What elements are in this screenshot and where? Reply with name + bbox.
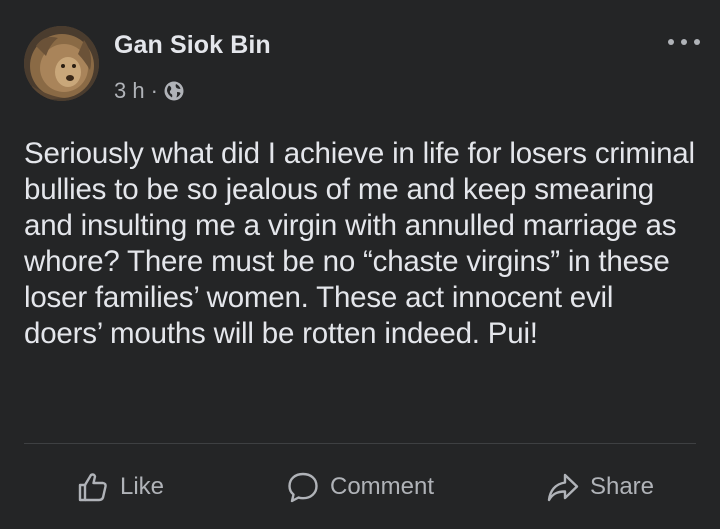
post-meta: 3 h · bbox=[114, 78, 184, 104]
more-dot bbox=[668, 39, 674, 45]
meta-separator: · bbox=[150, 78, 158, 103]
more-dot bbox=[694, 39, 700, 45]
like-button[interactable]: Like bbox=[0, 444, 240, 529]
post-card: Gan Siok Bin 3 h · Seriously what did I … bbox=[0, 0, 720, 529]
share-button[interactable]: Share bbox=[480, 444, 720, 529]
comment-button[interactable]: Comment bbox=[240, 444, 480, 529]
globe-icon[interactable] bbox=[164, 81, 184, 101]
avatar[interactable] bbox=[24, 26, 99, 101]
comment-icon bbox=[288, 472, 318, 502]
post-header: Gan Siok Bin 3 h · bbox=[24, 26, 700, 106]
share-label: Share bbox=[589, 472, 655, 500]
more-options-icon[interactable] bbox=[668, 34, 700, 50]
action-bar: Like Comment Share bbox=[0, 444, 720, 529]
like-label: Like bbox=[119, 472, 165, 500]
share-icon bbox=[547, 473, 579, 501]
thumbs-up-icon bbox=[78, 472, 107, 501]
author-name[interactable]: Gan Siok Bin bbox=[114, 31, 271, 60]
timestamp[interactable]: 3 h bbox=[114, 78, 145, 104]
post-text: Seriously what did I achieve in life for… bbox=[24, 137, 695, 350]
comment-label: Comment bbox=[329, 472, 435, 500]
avatar-lion-image bbox=[24, 26, 99, 101]
more-dot bbox=[681, 39, 687, 45]
